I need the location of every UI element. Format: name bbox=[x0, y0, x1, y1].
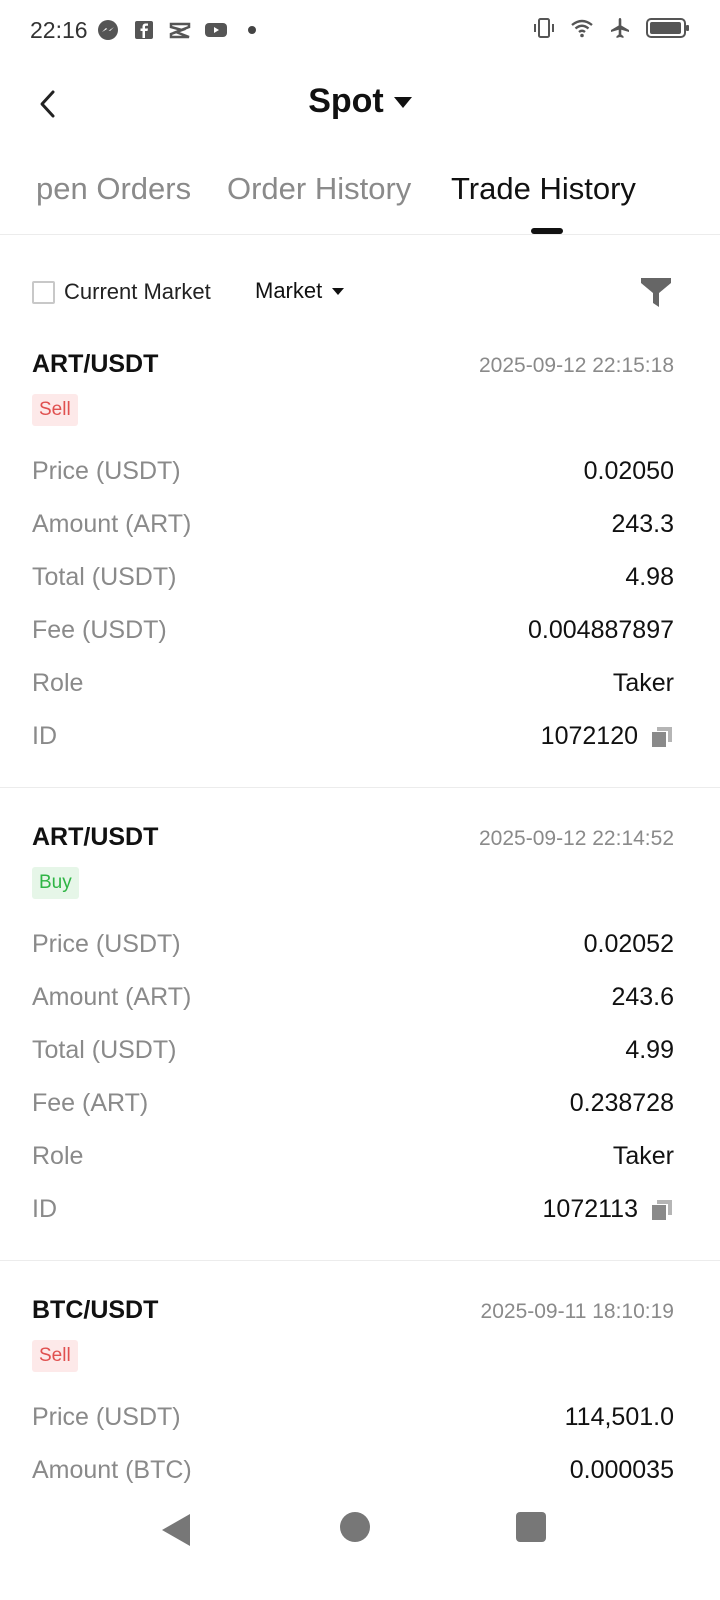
market-dropdown[interactable]: Market bbox=[255, 278, 345, 304]
trade-row-role: Role Taker bbox=[0, 1142, 720, 1182]
system-icons bbox=[532, 16, 690, 40]
row-value: 0.02052 bbox=[583, 930, 674, 958]
trade-row-role: Role Taker bbox=[0, 669, 720, 709]
row-value-id: 1072120 bbox=[541, 722, 674, 751]
row-value: Taker bbox=[612, 1142, 674, 1170]
wifi-icon bbox=[571, 19, 593, 38]
row-value: 114,501.0 bbox=[564, 1403, 674, 1431]
row-label: ID bbox=[32, 722, 57, 750]
trade-time: 2025-09-11 18:10:19 bbox=[480, 1300, 674, 1323]
trade-row-amount: Amount (ART) 243.6 bbox=[0, 983, 720, 1023]
trade-row-fee: Fee (USDT) 0.004887897 bbox=[0, 616, 720, 656]
row-value: 4.99 bbox=[625, 1036, 674, 1064]
row-value: Taker bbox=[612, 669, 674, 697]
capcut-icon bbox=[169, 22, 191, 39]
tab-trade-history[interactable]: Trade History bbox=[451, 171, 636, 207]
trade-time: 2025-09-12 22:15:18 bbox=[479, 354, 674, 377]
trade-row-total: Total (USDT) 4.98 bbox=[0, 563, 720, 603]
row-label: Amount (ART) bbox=[32, 510, 192, 538]
trade-card: ART/USDT 2025-09-12 22:15:18 Sell Price … bbox=[0, 350, 720, 788]
battery-icon bbox=[646, 18, 689, 38]
notification-icons bbox=[96, 18, 256, 42]
youtube-icon bbox=[205, 23, 227, 37]
trade-row-price: Price (USDT) 0.02050 bbox=[0, 457, 720, 497]
trade-pair: BTC/USDT bbox=[32, 1296, 159, 1324]
row-value: 243.6 bbox=[611, 983, 674, 1011]
nav-recents-icon[interactable] bbox=[516, 1512, 546, 1542]
row-label: Price (USDT) bbox=[32, 930, 181, 958]
current-market-label[interactable]: Current Market bbox=[64, 279, 211, 305]
system-nav-bar bbox=[0, 1500, 720, 1600]
side-badge: Sell bbox=[32, 394, 78, 426]
trade-row-total: Total (USDT) 4.99 bbox=[0, 1036, 720, 1076]
trade-row-amount: Amount (BTC) 0.000035 bbox=[0, 1456, 720, 1486]
current-market-checkbox[interactable] bbox=[32, 281, 55, 304]
nav-home-icon[interactable] bbox=[340, 1512, 370, 1542]
airplane-icon bbox=[611, 18, 629, 38]
trade-row-price: Price (USDT) 114,501.0 bbox=[0, 1403, 720, 1443]
app-header: Spot bbox=[0, 70, 720, 140]
trade-row-amount: Amount (ART) 243.3 bbox=[0, 510, 720, 550]
messenger-icon bbox=[98, 20, 118, 40]
trade-pair: ART/USDT bbox=[32, 823, 159, 851]
row-value-id: 1072113 bbox=[543, 1195, 674, 1224]
nav-back-icon[interactable] bbox=[160, 1512, 196, 1548]
card-divider bbox=[0, 787, 720, 788]
tab-open-orders[interactable]: pen Orders bbox=[36, 171, 191, 207]
row-value: 0.004887897 bbox=[528, 616, 674, 644]
status-bar: 22:16 bbox=[0, 0, 720, 60]
facebook-icon bbox=[135, 21, 153, 39]
row-label: Total (USDT) bbox=[32, 563, 177, 591]
trade-card: BTC/USDT 2025-09-11 18:10:19 Sell Price … bbox=[0, 1296, 720, 1486]
page-title: Spot bbox=[308, 82, 384, 120]
market-type-selector[interactable]: Spot bbox=[0, 82, 720, 121]
copy-icon[interactable] bbox=[650, 1198, 674, 1222]
row-label: Price (USDT) bbox=[32, 457, 181, 485]
card-divider bbox=[0, 1260, 720, 1261]
row-label: Amount (BTC) bbox=[32, 1456, 192, 1484]
history-tabs: pen Orders Order History Trade History bbox=[0, 165, 720, 235]
row-label: Total (USDT) bbox=[32, 1036, 177, 1064]
row-label: Fee (ART) bbox=[32, 1089, 149, 1117]
market-dropdown-label: Market bbox=[255, 278, 323, 303]
row-value: 243.3 bbox=[611, 510, 674, 538]
copy-icon[interactable] bbox=[650, 725, 674, 749]
row-label: Role bbox=[32, 669, 84, 697]
trade-row-id: ID 1072120 bbox=[0, 722, 720, 762]
tab-order-history[interactable]: Order History bbox=[227, 171, 411, 207]
row-value: 4.98 bbox=[625, 563, 674, 591]
row-label: Fee (USDT) bbox=[32, 616, 167, 644]
row-label: Price (USDT) bbox=[32, 1403, 181, 1431]
row-label: ID bbox=[32, 1195, 57, 1223]
trade-time: 2025-09-12 22:14:52 bbox=[479, 827, 674, 850]
row-value: 0.02050 bbox=[583, 457, 674, 485]
vibrate-icon bbox=[534, 18, 554, 38]
row-label: Role bbox=[32, 1142, 84, 1170]
row-value: 0.000035 bbox=[569, 1456, 674, 1484]
trade-row-id: ID 1072113 bbox=[0, 1195, 720, 1235]
trade-card: ART/USDT 2025-09-12 22:14:52 Buy Price (… bbox=[0, 823, 720, 1261]
notification-dot bbox=[248, 26, 256, 34]
trade-id: 1072113 bbox=[542, 1195, 638, 1223]
side-badge: Buy bbox=[32, 867, 79, 899]
trade-row-fee: Fee (ART) 0.238728 bbox=[0, 1089, 720, 1129]
trade-row-price: Price (USDT) 0.02052 bbox=[0, 930, 720, 970]
row-label: Amount (ART) bbox=[32, 983, 192, 1011]
caret-down-icon bbox=[393, 97, 412, 108]
filter-icon[interactable] bbox=[638, 274, 674, 310]
status-time: 22:16 bbox=[30, 17, 88, 43]
side-badge: Sell bbox=[32, 1340, 78, 1372]
trade-id: 1072120 bbox=[540, 722, 638, 750]
row-value: 0.238728 bbox=[569, 1089, 674, 1117]
filter-row: Current Market Market bbox=[0, 268, 720, 318]
caret-down-icon bbox=[332, 287, 345, 295]
trade-pair: ART/USDT bbox=[32, 350, 159, 378]
active-tab-indicator bbox=[531, 228, 563, 234]
